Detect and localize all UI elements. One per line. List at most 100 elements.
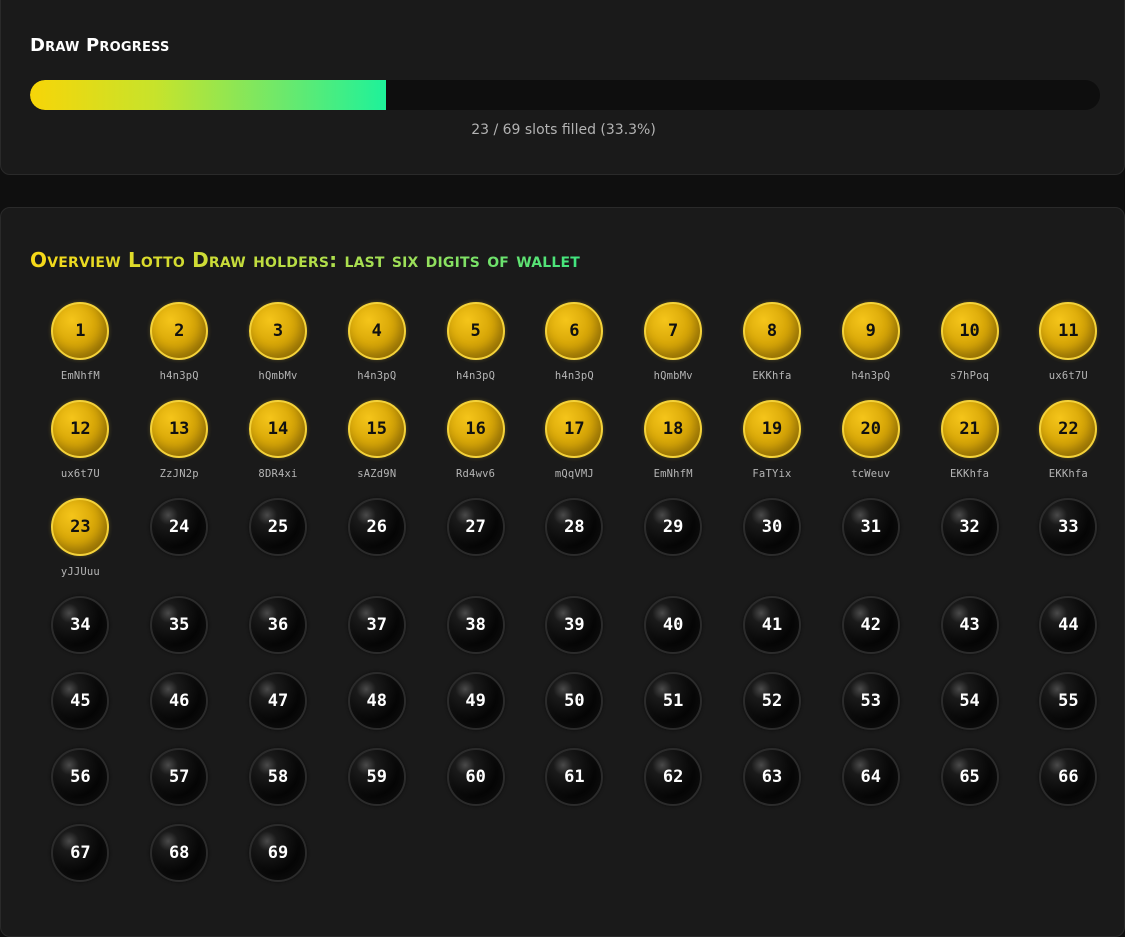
black-lotto-ball[interactable]: 37 (347, 596, 406, 654)
filled-slot: 2 h4n3pQ (130, 302, 229, 400)
empty-slot: 32 (920, 498, 1019, 574)
black-lotto-ball[interactable]: 60 (446, 748, 505, 806)
empty-slot: 40 (624, 596, 723, 672)
filled-slot: 4 h4n3pQ (327, 302, 426, 400)
empty-slot: 47 (229, 672, 328, 748)
black-lotto-ball[interactable]: 29 (644, 498, 703, 556)
black-lotto-ball[interactable]: 53 (841, 672, 900, 730)
gold-lotto-ball[interactable]: 18 (644, 400, 703, 458)
filled-slot: 17 mQqVMJ (525, 400, 624, 498)
empty-slot: 60 (426, 748, 525, 824)
empty-slot: 52 (723, 672, 822, 748)
black-lotto-ball[interactable]: 28 (545, 498, 604, 556)
progress-bar-track (30, 80, 1100, 110)
black-lotto-ball[interactable]: 64 (841, 748, 900, 806)
gold-lotto-ball[interactable]: 9 (841, 302, 900, 360)
black-lotto-ball[interactable]: 44 (1039, 596, 1098, 654)
gold-lotto-ball[interactable]: 3 (248, 302, 307, 360)
progress-bar-fill (30, 80, 387, 110)
empty-slot: 30 (723, 498, 822, 574)
wallet-suffix-label: EKKhfa (752, 370, 792, 382)
gold-lotto-ball[interactable]: 5 (446, 302, 505, 360)
gold-lotto-ball[interactable]: 21 (940, 400, 999, 458)
filled-slot: 12 ux6t7U (31, 400, 130, 498)
wallet-suffix-label: h4n3pQ (554, 370, 594, 382)
filled-slot: 5 h4n3pQ (426, 302, 525, 400)
black-lotto-ball[interactable]: 47 (248, 672, 307, 730)
black-lotto-ball[interactable]: 46 (150, 672, 209, 730)
black-lotto-ball[interactable]: 57 (150, 748, 209, 806)
gold-lotto-ball[interactable]: 7 (644, 302, 703, 360)
filled-slot: 3 hQmbMv (229, 302, 328, 400)
black-lotto-ball[interactable]: 39 (545, 596, 604, 654)
wallet-suffix-label: ux6t7U (1048, 370, 1088, 382)
black-lotto-ball[interactable]: 24 (150, 498, 209, 556)
black-lotto-ball[interactable]: 67 (51, 824, 110, 882)
black-lotto-ball[interactable]: 34 (51, 596, 110, 654)
draw-progress-title: Draw Progress (30, 35, 170, 56)
filled-slot: 19 FaTYix (723, 400, 822, 498)
black-lotto-ball[interactable]: 51 (644, 672, 703, 730)
black-lotto-ball[interactable]: 49 (446, 672, 505, 730)
black-lotto-ball[interactable]: 55 (1039, 672, 1098, 730)
gold-lotto-ball[interactable]: 23 (51, 498, 110, 556)
black-lotto-ball[interactable]: 32 (940, 498, 999, 556)
filled-slot: 16 Rd4wv6 (426, 400, 525, 498)
wallet-suffix-label: FaTYix (752, 468, 792, 480)
black-lotto-ball[interactable]: 25 (248, 498, 307, 556)
black-lotto-ball[interactable]: 61 (545, 748, 604, 806)
black-lotto-ball[interactable]: 30 (742, 498, 801, 556)
filled-slot: 8 EKKhfa (723, 302, 822, 400)
black-lotto-ball[interactable]: 59 (347, 748, 406, 806)
gold-lotto-ball[interactable]: 6 (545, 302, 604, 360)
black-lotto-ball[interactable]: 40 (644, 596, 703, 654)
black-lotto-ball[interactable]: 63 (742, 748, 801, 806)
black-lotto-ball[interactable]: 43 (940, 596, 999, 654)
gold-lotto-ball[interactable]: 2 (150, 302, 209, 360)
black-lotto-ball[interactable]: 41 (742, 596, 801, 654)
black-lotto-ball[interactable]: 42 (841, 596, 900, 654)
black-lotto-ball[interactable]: 35 (150, 596, 209, 654)
empty-slot: 56 (31, 748, 130, 824)
filled-slot: 9 h4n3pQ (821, 302, 920, 400)
gold-lotto-ball[interactable]: 15 (347, 400, 406, 458)
gold-lotto-ball[interactable]: 13 (150, 400, 209, 458)
black-lotto-ball[interactable]: 31 (841, 498, 900, 556)
filled-slot: 21 EKKhfa (920, 400, 1019, 498)
gold-lotto-ball[interactable]: 11 (1039, 302, 1098, 360)
gold-lotto-ball[interactable]: 22 (1039, 400, 1098, 458)
gold-lotto-ball[interactable]: 8 (742, 302, 801, 360)
gold-lotto-ball[interactable]: 1 (51, 302, 110, 360)
empty-slot: 54 (920, 672, 1019, 748)
empty-slot: 42 (821, 596, 920, 672)
black-lotto-ball[interactable]: 48 (347, 672, 406, 730)
gold-lotto-ball[interactable]: 4 (347, 302, 406, 360)
gold-lotto-ball[interactable]: 14 (248, 400, 307, 458)
black-lotto-ball[interactable]: 36 (248, 596, 307, 654)
black-lotto-ball[interactable]: 52 (742, 672, 801, 730)
black-lotto-ball[interactable]: 33 (1039, 498, 1098, 556)
empty-slot: 25 (229, 498, 328, 574)
black-lotto-ball[interactable]: 62 (644, 748, 703, 806)
black-lotto-ball[interactable]: 50 (545, 672, 604, 730)
gold-lotto-ball[interactable]: 10 (940, 302, 999, 360)
black-lotto-ball[interactable]: 27 (446, 498, 505, 556)
black-lotto-ball[interactable]: 54 (940, 672, 999, 730)
empty-slot: 35 (130, 596, 229, 672)
black-lotto-ball[interactable]: 58 (248, 748, 307, 806)
black-lotto-ball[interactable]: 38 (446, 596, 505, 654)
filled-slot: 23 yJJUuu (31, 498, 130, 596)
gold-lotto-ball[interactable]: 20 (841, 400, 900, 458)
gold-lotto-ball[interactable]: 16 (446, 400, 505, 458)
black-lotto-ball[interactable]: 26 (347, 498, 406, 556)
gold-lotto-ball[interactable]: 19 (742, 400, 801, 458)
black-lotto-ball[interactable]: 45 (51, 672, 110, 730)
empty-slot: 27 (426, 498, 525, 574)
black-lotto-ball[interactable]: 69 (248, 824, 307, 882)
black-lotto-ball[interactable]: 56 (51, 748, 110, 806)
gold-lotto-ball[interactable]: 17 (545, 400, 604, 458)
black-lotto-ball[interactable]: 65 (940, 748, 999, 806)
gold-lotto-ball[interactable]: 12 (51, 400, 110, 458)
black-lotto-ball[interactable]: 66 (1039, 748, 1098, 806)
black-lotto-ball[interactable]: 68 (150, 824, 209, 882)
